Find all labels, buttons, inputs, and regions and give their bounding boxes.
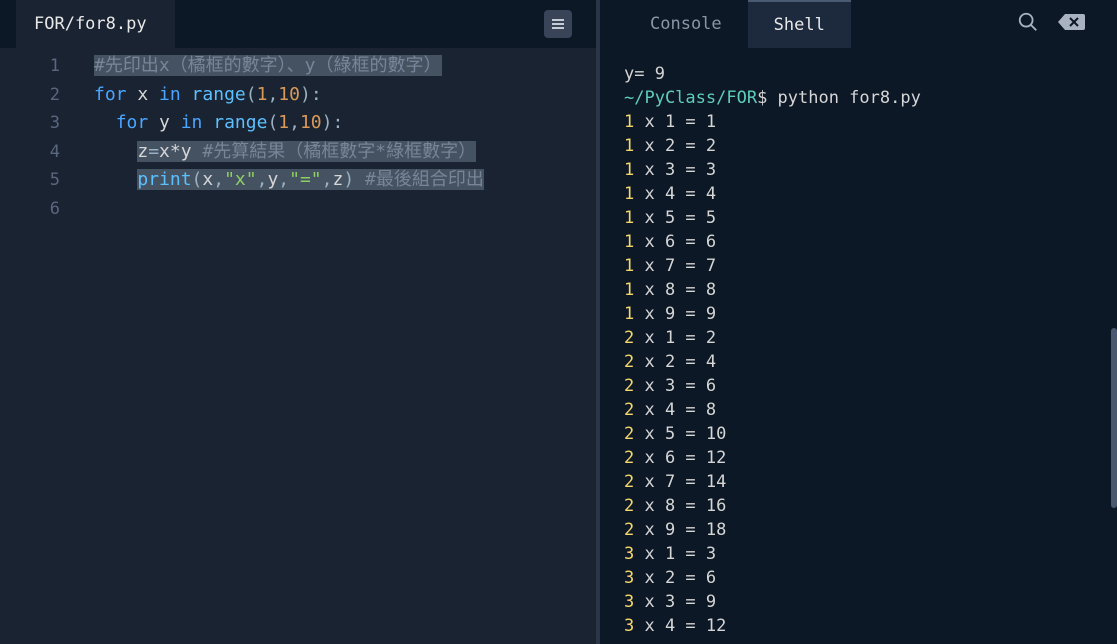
terminal-output-line: 2 x 7 = 14 [624, 470, 1093, 494]
code-line-4: z=x*y #先算結果（橘框數字*綠框數字） [78, 138, 596, 167]
terminal-output-line: 2 x 2 = 4 [624, 350, 1093, 374]
line-number: 3 [0, 109, 78, 138]
line-number: 5 [0, 166, 78, 195]
terminal-output-line: 1 x 6 = 6 [624, 230, 1093, 254]
code-line-5: print(x,"x",y,"=",z) #最後組合印出 [78, 166, 596, 195]
terminal-output-line: 2 x 4 = 8 [624, 398, 1093, 422]
terminal-line: y= 9 [624, 62, 1093, 86]
code-line-6 [78, 195, 596, 224]
line-number: 4 [0, 138, 78, 167]
tab-console[interactable]: Console [624, 0, 748, 48]
search-icon[interactable] [1017, 11, 1039, 37]
terminal-output-line: 2 x 3 = 6 [624, 374, 1093, 398]
file-tab[interactable]: FOR/for8.py [16, 0, 175, 48]
terminal-output-line: 1 x 1 = 1 [624, 110, 1093, 134]
editor-panel: FOR/for8.py 1 2 3 4 5 6 #先印出x（橘框的數字）、y（綠… [0, 0, 596, 644]
clear-icon[interactable] [1057, 12, 1085, 36]
tab-shell[interactable]: Shell [748, 0, 851, 48]
terminal-output-line: 2 x 9 = 18 [624, 518, 1093, 542]
terminal-output-line: 3 x 4 = 12 [624, 614, 1093, 638]
line-number: 1 [0, 52, 78, 81]
terminal-output-line: 2 x 6 = 12 [624, 446, 1093, 470]
terminal-output-line: 1 x 2 = 2 [624, 134, 1093, 158]
scrollbar-thumb[interactable] [1111, 328, 1117, 508]
line-number: 2 [0, 81, 78, 110]
line-number: 6 [0, 195, 78, 224]
terminal-output-line: 1 x 5 = 5 [624, 206, 1093, 230]
terminal-output-line: 1 x 4 = 4 [624, 182, 1093, 206]
line-gutter: 1 2 3 4 5 6 [0, 48, 78, 644]
terminal-output-line: 3 x 3 = 9 [624, 590, 1093, 614]
file-name: FOR/for8.py [34, 14, 147, 34]
code-area[interactable]: #先印出x（橘框的數字）、y（綠框的數字） for x in range(1,1… [78, 48, 596, 644]
terminal-output-line: 3 x 2 = 6 [624, 566, 1093, 590]
terminal-output-line: 3 x 1 = 3 [624, 542, 1093, 566]
terminal-output-line: 1 x 3 = 3 [624, 158, 1093, 182]
terminal-header: Console Shell [600, 0, 1117, 48]
terminal-output-line: 2 x 5 = 10 [624, 422, 1093, 446]
editor-body[interactable]: 1 2 3 4 5 6 #先印出x（橘框的數字）、y（綠框的數字） for x … [0, 48, 596, 644]
code-line-1: #先印出x（橘框的數字）、y（綠框的數字） [78, 52, 596, 81]
terminal-body[interactable]: y= 9 ~/PyClass/FOR$ python for8.py 1 x 1… [600, 48, 1117, 644]
terminal-output-line: 1 x 8 = 8 [624, 278, 1093, 302]
terminal-output-line: 1 x 9 = 9 [624, 302, 1093, 326]
editor-header: FOR/for8.py [0, 0, 596, 48]
terminal-panel: Console Shell y= 9 ~/PyClass/FOR$ python… [596, 0, 1117, 644]
terminal-output-line: 1 x 7 = 7 [624, 254, 1093, 278]
code-line-2: for x in range(1,10): [78, 81, 596, 110]
terminal-output-line: 2 x 8 = 16 [624, 494, 1093, 518]
terminal-output-line: 2 x 1 = 2 [624, 326, 1093, 350]
editor-menu-icon[interactable] [544, 10, 572, 38]
code-line-3: for y in range(1,10): [78, 109, 596, 138]
terminal-prompt-line: ~/PyClass/FOR$ python for8.py [624, 86, 1093, 110]
